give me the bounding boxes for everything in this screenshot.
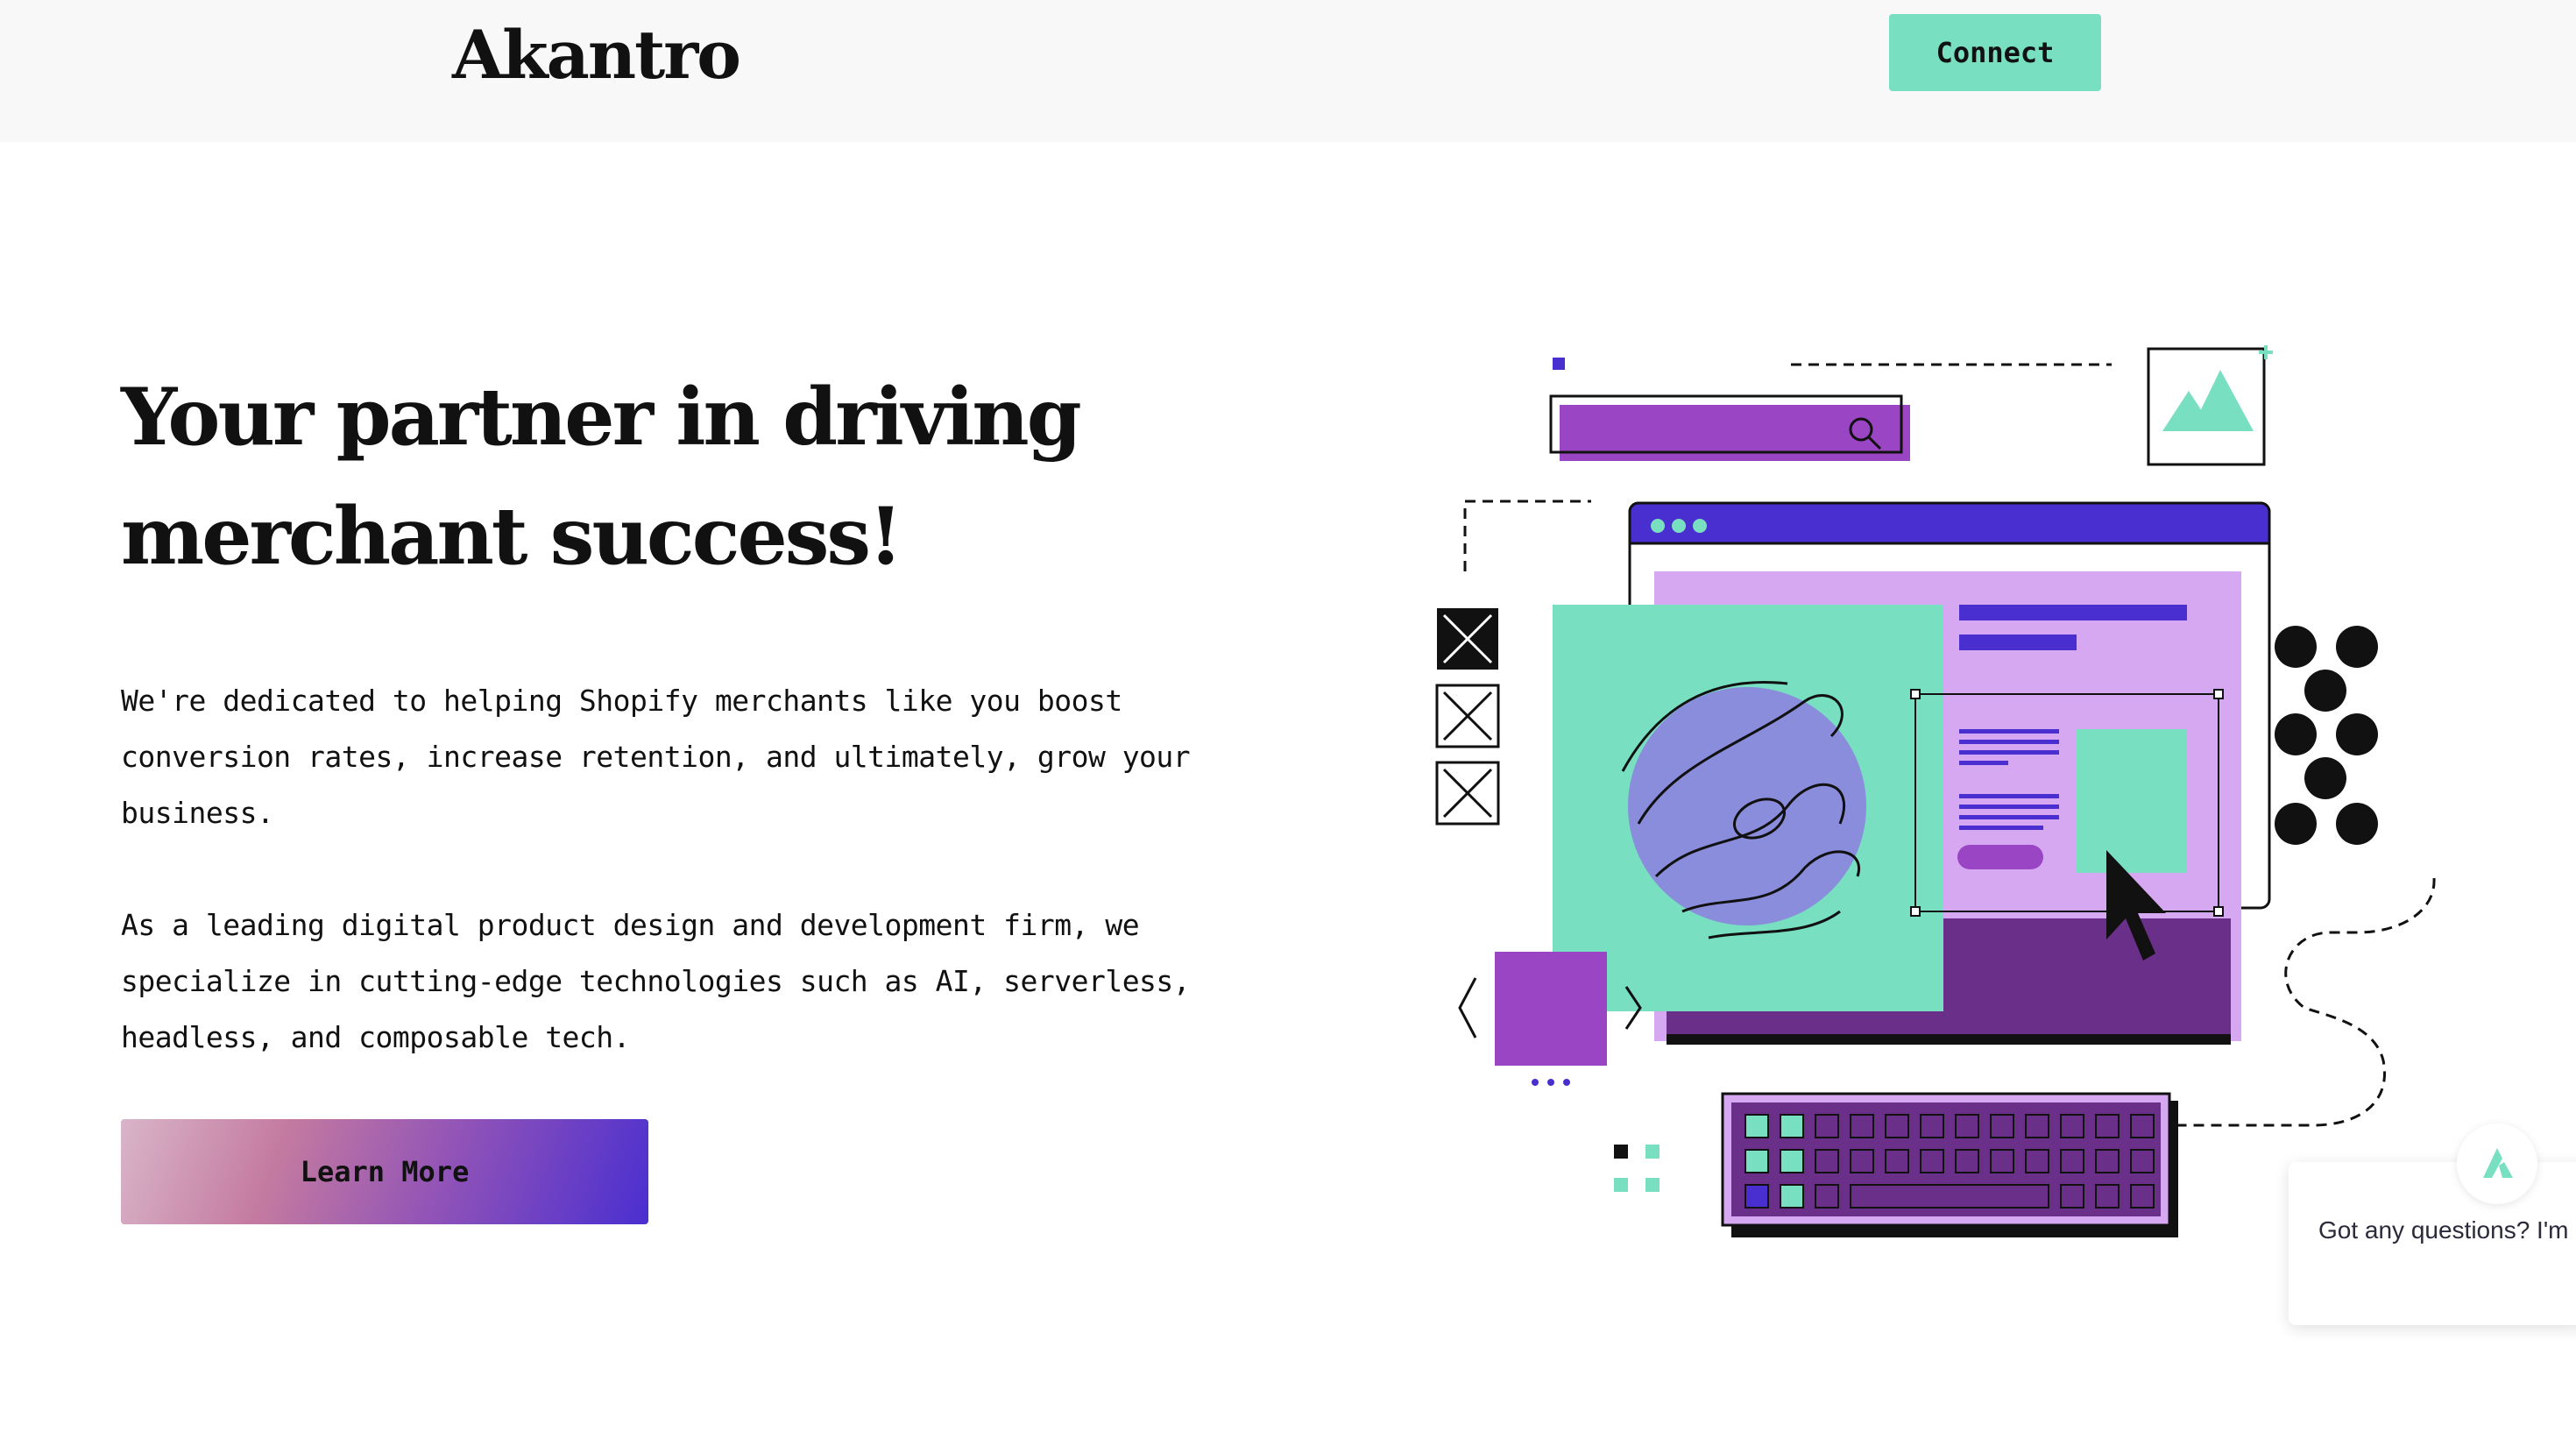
hero-title: Your partner in driving merchant success…: [121, 371, 1082, 583]
decor-square: [1553, 358, 1565, 370]
chat-widget[interactable]: Got any questions? I'm help.: [2289, 1162, 2576, 1325]
search-bar-graphic: [1549, 394, 1910, 461]
x-boxes-graphic: [1435, 608, 1500, 826]
hero-illustration: [1435, 345, 2436, 1237]
keyboard-graphic: [1721, 1092, 2178, 1237]
connect-button[interactable]: Connect: [1889, 14, 2101, 91]
site-header: Akantro Connect: [0, 0, 2576, 142]
dots-cluster: [2275, 626, 2378, 845]
chat-message: Got any questions? I'm help.: [2318, 1216, 2576, 1244]
hero-paragraph-1: We're dedicated to helping Shopify merch…: [121, 684, 1191, 830]
hero-paragraph-2: As a leading digital product design and …: [121, 908, 1191, 1054]
learn-more-button[interactable]: Learn More: [121, 1119, 648, 1224]
logo[interactable]: Akantro: [452, 16, 741, 95]
akantro-logo-icon: [2483, 1148, 2513, 1178]
chat-avatar[interactable]: [2457, 1124, 2537, 1204]
chevron-left-icon: [1458, 977, 1477, 1039]
planet-panel: [1553, 605, 1943, 1011]
image-icon: [2147, 345, 2273, 466]
